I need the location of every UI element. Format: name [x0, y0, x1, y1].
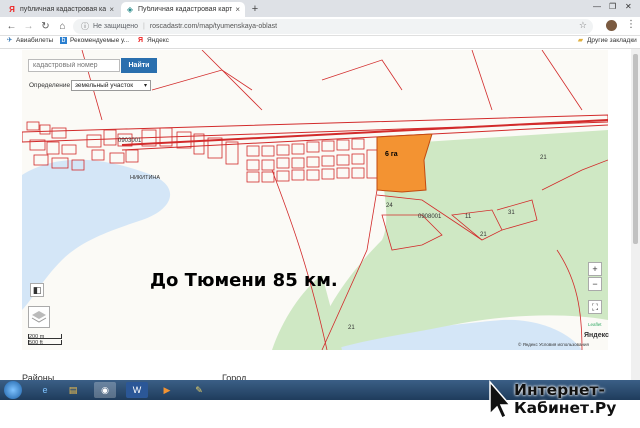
- bookmark-aviabilety[interactable]: ✈ Авиабилеты: [6, 37, 54, 44]
- selected-parcel: [376, 133, 433, 193]
- start-button[interactable]: [4, 381, 22, 399]
- bookmark-label: Другие закладки: [587, 37, 637, 44]
- bookmark-label: Яндекс: [147, 37, 169, 44]
- cadastre-search-input[interactable]: [28, 59, 120, 72]
- star-icon[interactable]: ☆: [579, 20, 587, 31]
- tab-cadastre-1[interactable]: Я публичная кадастровая карта ×: [3, 2, 119, 17]
- new-tab-button[interactable]: +: [249, 3, 261, 15]
- expand-icon[interactable]: ⛶: [588, 300, 602, 314]
- forest-area: [312, 130, 608, 350]
- word-icon[interactable]: W: [126, 382, 148, 398]
- layers-icon: [31, 311, 47, 323]
- back-icon[interactable]: ←: [5, 20, 18, 33]
- plane-icon: ✈: [6, 37, 13, 44]
- parcel-number-label: 24: [386, 203, 393, 209]
- zoom-in-button[interactable]: +: [588, 262, 602, 276]
- info-icon[interactable]: ⓘ: [81, 21, 89, 32]
- scale-bar: 200 m 500 ft: [28, 334, 62, 346]
- tab-cadastre-2[interactable]: ◈ Публичная кадастровая карта ×: [121, 2, 245, 17]
- village-label: НИКИТИНА: [130, 175, 161, 181]
- divider: |: [143, 23, 145, 30]
- folder-icon: ▰: [577, 37, 584, 44]
- browser-toolbar: ← → ↻ ⌂ ⓘ Не защищено | roscadastr.com/m…: [0, 17, 640, 36]
- parcel-number-label: 11: [465, 214, 472, 220]
- tab-label: Публичная кадастровая карта: [138, 6, 233, 13]
- yandex-icon: Я: [9, 4, 15, 14]
- chevron-down-icon: ▾: [143, 83, 147, 89]
- scrollbar-thumb[interactable]: [633, 54, 638, 244]
- area-label: 6 га: [385, 151, 398, 158]
- yandex-logo: Яндекс: [584, 332, 609, 339]
- bookmark-other[interactable]: ▰ Другие закладки: [577, 37, 637, 44]
- address-bar[interactable]: ⓘ Не защищено | roscadastr.com/map/tyume…: [73, 19, 593, 34]
- bookmark-label: Авиабилеты: [16, 37, 54, 44]
- bookmark-recommended[interactable]: b Рекомендуемые у...: [60, 37, 129, 44]
- cadastre-number-label: 0908001: [418, 214, 442, 220]
- parcel-number-label: 21: [348, 325, 355, 331]
- parcel-number-label: 31: [508, 210, 515, 216]
- globe-icon: ◈: [126, 4, 134, 14]
- yandex-icon: Я: [137, 37, 144, 44]
- ie-icon[interactable]: e: [34, 382, 56, 398]
- layers-button[interactable]: [28, 306, 50, 328]
- close-icon[interactable]: ×: [235, 5, 240, 14]
- home-icon[interactable]: ⌂: [56, 20, 69, 33]
- bookmark-yandex[interactable]: Я Яндекс: [137, 37, 169, 44]
- watermark-line1: Интернет-: [514, 381, 605, 399]
- parcel-number-label: 21: [540, 155, 547, 161]
- forward-icon[interactable]: →: [22, 20, 35, 33]
- scrollbar[interactable]: [631, 49, 640, 380]
- bookmarks-bar: ✈ Авиабилеты b Рекомендуемые у... Я Янде…: [0, 36, 640, 49]
- parcel-number-label: 21: [480, 232, 487, 238]
- distance-text: До Тюмени 85 км.: [150, 270, 338, 291]
- leaflet-link[interactable]: Leaflet: [588, 322, 602, 327]
- tab-strip: Я публичная кадастровая карта × ◈ Публич…: [0, 0, 640, 17]
- zoom-out-button[interactable]: −: [588, 277, 602, 291]
- minimize-icon[interactable]: —: [593, 2, 601, 11]
- menu-icon[interactable]: ⋮: [626, 19, 636, 30]
- watermark-line2: Кабинет.Ру: [514, 399, 617, 417]
- cadastre-map[interactable]: [22, 50, 608, 350]
- paint-icon[interactable]: ✎: [188, 382, 210, 398]
- map-attribution[interactable]: © Яндекс Условия использования: [518, 342, 589, 347]
- find-button[interactable]: Найти: [121, 58, 157, 73]
- map-canvas: [22, 50, 608, 350]
- security-status: Не защищено: [93, 23, 138, 30]
- definition-select[interactable]: земельный участок ▾: [71, 80, 151, 91]
- close-icon[interactable]: ×: [109, 5, 114, 14]
- scale-label-imperial: 500 ft: [28, 340, 62, 346]
- chrome-icon[interactable]: ◉: [94, 382, 116, 398]
- close-window-icon[interactable]: ✕: [625, 2, 632, 11]
- definition-value: земельный участок: [75, 82, 134, 89]
- cursor-logo-icon: [489, 380, 512, 420]
- bookmark-label: Рекомендуемые у...: [70, 37, 130, 44]
- reload-icon[interactable]: ↻: [39, 20, 52, 33]
- media-icon[interactable]: ▶: [156, 382, 178, 398]
- cadastre-number-label: 0903001: [118, 138, 142, 144]
- definition-label: Определение: [29, 82, 71, 89]
- explorer-icon[interactable]: ▤: [62, 382, 84, 398]
- scale-label-metric: 200 m: [28, 334, 62, 340]
- river-area: [22, 159, 171, 310]
- bookmark-icon: b: [60, 37, 67, 44]
- maximize-icon[interactable]: ❐: [609, 2, 616, 11]
- avatar[interactable]: [606, 20, 617, 31]
- watermark-text: Интернет- Кабинет.Ру: [514, 381, 616, 417]
- fullscreen-toggle-button[interactable]: ◧: [30, 283, 44, 297]
- tab-label: публичная кадастровая карта: [20, 6, 107, 13]
- url-text: roscadastr.com/map/tyumenskaya-oblast: [149, 23, 278, 30]
